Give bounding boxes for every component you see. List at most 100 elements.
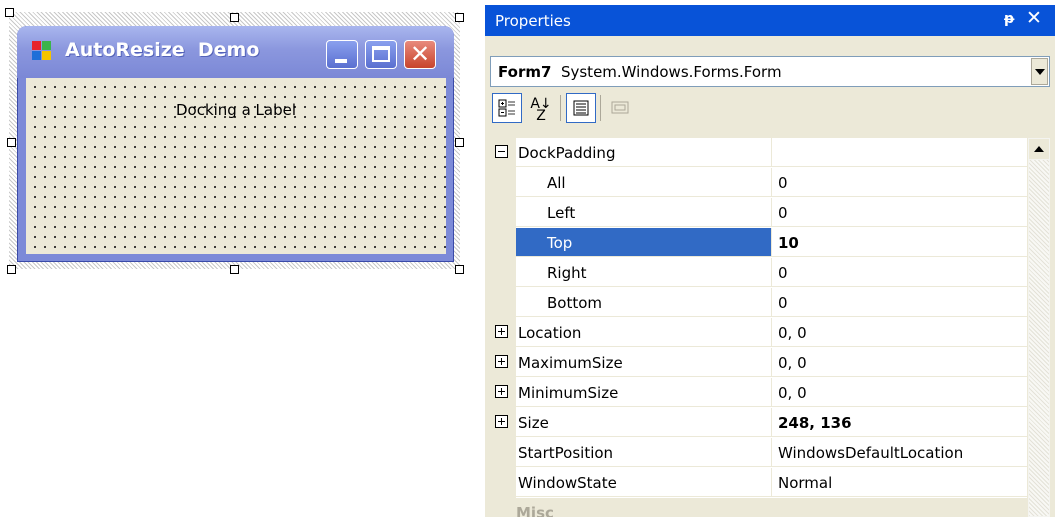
- property-row[interactable]: Bottom 0: [490, 288, 1027, 318]
- property-row[interactable]: MaximumSize 0, 0: [490, 348, 1027, 378]
- property-pages-icon: [611, 101, 629, 114]
- expand-icon[interactable]: [495, 355, 508, 368]
- close-icon: ✕: [409, 40, 431, 68]
- property-name: Location: [518, 324, 582, 342]
- property-name-cell[interactable]: Right: [516, 258, 772, 287]
- object-selector-dropdown[interactable]: Form7 System.Windows.Forms.Form: [490, 56, 1050, 87]
- property-value: Normal: [778, 474, 833, 492]
- form-title: AutoResize Demo: [65, 39, 260, 61]
- property-value-cell[interactable]: Normal: [772, 468, 1027, 497]
- property-name-cell[interactable]: WindowState: [516, 468, 772, 497]
- property-name: Top: [547, 234, 573, 252]
- properties-view-button[interactable]: [566, 93, 596, 123]
- docked-label[interactable]: Docking a Label: [26, 78, 446, 144]
- property-pages-button[interactable]: [606, 93, 636, 123]
- property-value-cell[interactable]: 0: [772, 168, 1027, 197]
- chevron-down-icon[interactable]: [1031, 58, 1048, 85]
- resize-handle-top-right[interactable]: [455, 13, 464, 22]
- expand-icon[interactable]: [495, 325, 508, 338]
- close-icon[interactable]: ✕: [1026, 7, 1042, 29]
- resize-handle-right[interactable]: [455, 138, 464, 147]
- resize-handle-top-left[interactable]: [5, 8, 14, 17]
- resize-handle-left[interactable]: [7, 138, 16, 147]
- resize-handle-top[interactable]: [230, 13, 239, 22]
- collapse-icon[interactable]: [495, 145, 508, 158]
- scroll-track[interactable]: [1029, 160, 1049, 516]
- property-value: 0, 0: [778, 324, 807, 342]
- expand-icon[interactable]: [495, 415, 508, 428]
- docked-label-text: Docking a Label: [175, 101, 297, 119]
- form-title-bar[interactable]: AutoResize Demo ✕: [17, 26, 454, 78]
- property-name-cell[interactable]: DockPadding: [516, 138, 772, 167]
- property-value: WindowsDefaultLocation: [778, 444, 964, 462]
- property-name-cell[interactable]: Location: [516, 318, 772, 347]
- property-name: WindowState: [518, 474, 617, 492]
- toolbar-separator: [600, 95, 601, 121]
- expand-icon[interactable]: [495, 385, 508, 398]
- property-name-cell[interactable]: Bottom: [516, 288, 772, 317]
- resize-handle-bottom-right[interactable]: [455, 265, 464, 274]
- properties-title-bar[interactable]: Properties ᵽ ✕: [485, 5, 1055, 36]
- scroll-up-button[interactable]: [1029, 139, 1049, 159]
- property-row[interactable]: DockPadding: [490, 138, 1027, 168]
- property-row[interactable]: Misc: [490, 498, 1027, 517]
- form-designer-surface[interactable]: AutoResize Demo ✕ Docking a Label: [0, 0, 470, 282]
- property-value-cell[interactable]: [772, 138, 1027, 167]
- property-value-cell[interactable]: 0, 0: [772, 378, 1027, 407]
- property-row[interactable]: Right 0: [490, 258, 1027, 288]
- property-name-cell[interactable]: Top: [516, 228, 772, 257]
- property-name: MinimumSize: [518, 384, 619, 402]
- alphabetical-button[interactable]: A↓ Z: [526, 93, 556, 123]
- property-name: Bottom: [547, 294, 603, 312]
- property-value: 248, 136: [778, 414, 852, 432]
- property-row[interactable]: Location 0, 0: [490, 318, 1027, 348]
- property-value-cell[interactable]: 0: [772, 258, 1027, 287]
- property-name: Left: [547, 204, 576, 222]
- property-value: 0, 0: [778, 354, 807, 372]
- property-name: DockPadding: [518, 144, 616, 162]
- property-name-cell[interactable]: Left: [516, 198, 772, 227]
- resize-handle-bottom-left[interactable]: [7, 265, 16, 274]
- resize-handle-bottom[interactable]: [230, 265, 239, 274]
- minimize-button[interactable]: [326, 40, 358, 69]
- close-button[interactable]: ✕: [404, 40, 436, 69]
- vertical-scrollbar[interactable]: [1027, 138, 1050, 517]
- windows-form-icon: [32, 41, 52, 61]
- property-value-cell[interactable]: 248, 136: [772, 408, 1027, 437]
- pin-icon[interactable]: ᵽ: [1004, 11, 1014, 27]
- property-value-cell[interactable]: 0: [772, 198, 1027, 227]
- minimize-icon: [335, 59, 347, 63]
- property-value: 10: [778, 234, 799, 252]
- form-window[interactable]: AutoResize Demo ✕ Docking a Label: [17, 26, 454, 262]
- property-value: 0: [778, 174, 788, 192]
- property-name-cell[interactable]: MaximumSize: [516, 348, 772, 377]
- property-value: 0: [778, 204, 788, 222]
- property-value-cell[interactable]: WindowsDefaultLocation: [772, 438, 1027, 467]
- property-name: MaximumSize: [518, 354, 623, 372]
- form-client-area[interactable]: Docking a Label: [26, 78, 446, 254]
- maximize-button[interactable]: [365, 40, 397, 69]
- property-row[interactable]: WindowState Normal: [490, 468, 1027, 498]
- property-row[interactable]: MinimumSize 0, 0: [490, 378, 1027, 408]
- property-row[interactable]: Top 10: [490, 228, 1027, 258]
- categorized-button[interactable]: [492, 93, 522, 123]
- property-value-cell[interactable]: 10: [772, 228, 1027, 257]
- alphabetical-icon: A↓ Z: [530, 96, 552, 124]
- property-row[interactable]: StartPosition WindowsDefaultLocation: [490, 438, 1027, 468]
- property-value-cell[interactable]: 0, 0: [772, 318, 1027, 347]
- categorized-icon: [498, 99, 515, 117]
- property-name-cell[interactable]: Misc: [490, 498, 1027, 517]
- property-value-cell[interactable]: 0: [772, 288, 1027, 317]
- property-name-cell[interactable]: MinimumSize: [516, 378, 772, 407]
- property-name-cell[interactable]: StartPosition: [516, 438, 772, 467]
- property-value-cell[interactable]: 0, 0: [772, 348, 1027, 377]
- property-value: 0: [778, 294, 788, 312]
- property-name-cell[interactable]: All: [516, 168, 772, 197]
- property-grid: DockPadding All 0 Left 0 Top 10 Right 0 Bottom 0 Lo…: [490, 137, 1050, 517]
- property-name-cell[interactable]: Size: [516, 408, 772, 437]
- property-row[interactable]: Left 0: [490, 198, 1027, 228]
- object-type: System.Windows.Forms.Form: [560, 63, 782, 81]
- property-row[interactable]: Size 248, 136: [490, 408, 1027, 438]
- property-row[interactable]: All 0: [490, 168, 1027, 198]
- maximize-icon: [372, 46, 390, 62]
